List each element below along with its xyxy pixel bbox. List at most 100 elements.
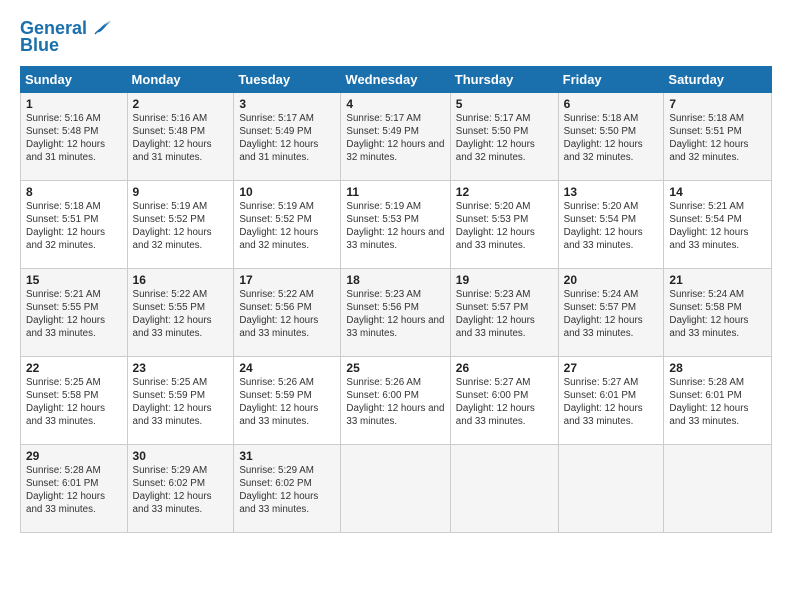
calendar-cell: 5 Sunrise: 5:17 AM Sunset: 5:50 PM Dayli… bbox=[450, 92, 558, 180]
day-number: 21 bbox=[669, 273, 766, 287]
calendar-cell: 21 Sunrise: 5:24 AM Sunset: 5:58 PM Dayl… bbox=[664, 268, 772, 356]
calendar-cell: 11 Sunrise: 5:19 AM Sunset: 5:53 PM Dayl… bbox=[341, 180, 450, 268]
calendar-table: SundayMondayTuesdayWednesdayThursdayFrid… bbox=[20, 66, 772, 533]
calendar-cell: 10 Sunrise: 5:19 AM Sunset: 5:52 PM Dayl… bbox=[234, 180, 341, 268]
day-number: 27 bbox=[564, 361, 659, 375]
day-number: 20 bbox=[564, 273, 659, 287]
calendar-cell: 1 Sunrise: 5:16 AM Sunset: 5:48 PM Dayli… bbox=[21, 92, 128, 180]
logo: General Blue bbox=[20, 18, 115, 56]
day-info: Sunrise: 5:21 AM Sunset: 5:54 PM Dayligh… bbox=[669, 200, 766, 253]
day-info: Sunrise: 5:22 AM Sunset: 5:56 PM Dayligh… bbox=[239, 288, 335, 341]
day-number: 1 bbox=[26, 97, 122, 111]
day-number: 31 bbox=[239, 449, 335, 463]
calendar-cell: 19 Sunrise: 5:23 AM Sunset: 5:57 PM Dayl… bbox=[450, 268, 558, 356]
calendar-cell: 26 Sunrise: 5:27 AM Sunset: 6:00 PM Dayl… bbox=[450, 356, 558, 444]
day-info: Sunrise: 5:18 AM Sunset: 5:50 PM Dayligh… bbox=[564, 112, 659, 165]
day-info: Sunrise: 5:29 AM Sunset: 6:02 PM Dayligh… bbox=[239, 464, 335, 517]
day-number: 14 bbox=[669, 185, 766, 199]
day-number: 24 bbox=[239, 361, 335, 375]
day-info: Sunrise: 5:24 AM Sunset: 5:57 PM Dayligh… bbox=[564, 288, 659, 341]
calendar-cell: 29 Sunrise: 5:28 AM Sunset: 6:01 PM Dayl… bbox=[21, 444, 128, 532]
calendar-cell: 18 Sunrise: 5:23 AM Sunset: 5:56 PM Dayl… bbox=[341, 268, 450, 356]
day-number: 28 bbox=[669, 361, 766, 375]
weekday-header-tuesday: Tuesday bbox=[234, 66, 341, 92]
day-number: 7 bbox=[669, 97, 766, 111]
day-info: Sunrise: 5:25 AM Sunset: 5:58 PM Dayligh… bbox=[26, 376, 122, 429]
calendar-body: 1 Sunrise: 5:16 AM Sunset: 5:48 PM Dayli… bbox=[21, 92, 772, 532]
logo-bird-icon bbox=[89, 14, 115, 40]
calendar-week-4: 22 Sunrise: 5:25 AM Sunset: 5:58 PM Dayl… bbox=[21, 356, 772, 444]
calendar-cell: 13 Sunrise: 5:20 AM Sunset: 5:54 PM Dayl… bbox=[558, 180, 664, 268]
calendar-cell: 17 Sunrise: 5:22 AM Sunset: 5:56 PM Dayl… bbox=[234, 268, 341, 356]
day-info: Sunrise: 5:28 AM Sunset: 6:01 PM Dayligh… bbox=[669, 376, 766, 429]
day-info: Sunrise: 5:28 AM Sunset: 6:01 PM Dayligh… bbox=[26, 464, 122, 517]
day-number: 13 bbox=[564, 185, 659, 199]
day-info: Sunrise: 5:18 AM Sunset: 5:51 PM Dayligh… bbox=[669, 112, 766, 165]
calendar-cell: 25 Sunrise: 5:26 AM Sunset: 6:00 PM Dayl… bbox=[341, 356, 450, 444]
calendar-cell: 8 Sunrise: 5:18 AM Sunset: 5:51 PM Dayli… bbox=[21, 180, 128, 268]
day-number: 12 bbox=[456, 185, 553, 199]
day-number: 3 bbox=[239, 97, 335, 111]
weekday-header-wednesday: Wednesday bbox=[341, 66, 450, 92]
day-number: 30 bbox=[133, 449, 229, 463]
calendar-cell: 2 Sunrise: 5:16 AM Sunset: 5:48 PM Dayli… bbox=[127, 92, 234, 180]
day-number: 16 bbox=[133, 273, 229, 287]
calendar-cell: 15 Sunrise: 5:21 AM Sunset: 5:55 PM Dayl… bbox=[21, 268, 128, 356]
day-number: 10 bbox=[239, 185, 335, 199]
day-number: 8 bbox=[26, 185, 122, 199]
weekday-header-monday: Monday bbox=[127, 66, 234, 92]
day-info: Sunrise: 5:17 AM Sunset: 5:49 PM Dayligh… bbox=[346, 112, 444, 165]
day-info: Sunrise: 5:20 AM Sunset: 5:53 PM Dayligh… bbox=[456, 200, 553, 253]
day-number: 29 bbox=[26, 449, 122, 463]
day-info: Sunrise: 5:17 AM Sunset: 5:49 PM Dayligh… bbox=[239, 112, 335, 165]
day-info: Sunrise: 5:22 AM Sunset: 5:55 PM Dayligh… bbox=[133, 288, 229, 341]
day-info: Sunrise: 5:17 AM Sunset: 5:50 PM Dayligh… bbox=[456, 112, 553, 165]
day-number: 2 bbox=[133, 97, 229, 111]
calendar-cell: 27 Sunrise: 5:27 AM Sunset: 6:01 PM Dayl… bbox=[558, 356, 664, 444]
calendar-cell: 22 Sunrise: 5:25 AM Sunset: 5:58 PM Dayl… bbox=[21, 356, 128, 444]
day-number: 9 bbox=[133, 185, 229, 199]
calendar-week-3: 15 Sunrise: 5:21 AM Sunset: 5:55 PM Dayl… bbox=[21, 268, 772, 356]
calendar-cell: 31 Sunrise: 5:29 AM Sunset: 6:02 PM Dayl… bbox=[234, 444, 341, 532]
calendar-week-2: 8 Sunrise: 5:18 AM Sunset: 5:51 PM Dayli… bbox=[21, 180, 772, 268]
day-info: Sunrise: 5:20 AM Sunset: 5:54 PM Dayligh… bbox=[564, 200, 659, 253]
calendar-cell: 23 Sunrise: 5:25 AM Sunset: 5:59 PM Dayl… bbox=[127, 356, 234, 444]
day-info: Sunrise: 5:24 AM Sunset: 5:58 PM Dayligh… bbox=[669, 288, 766, 341]
calendar-header-row: SundayMondayTuesdayWednesdayThursdayFrid… bbox=[21, 66, 772, 92]
calendar-cell: 24 Sunrise: 5:26 AM Sunset: 5:59 PM Dayl… bbox=[234, 356, 341, 444]
day-info: Sunrise: 5:29 AM Sunset: 6:02 PM Dayligh… bbox=[133, 464, 229, 517]
calendar-cell: 4 Sunrise: 5:17 AM Sunset: 5:49 PM Dayli… bbox=[341, 92, 450, 180]
calendar-cell: 3 Sunrise: 5:17 AM Sunset: 5:49 PM Dayli… bbox=[234, 92, 341, 180]
calendar-cell: 16 Sunrise: 5:22 AM Sunset: 5:55 PM Dayl… bbox=[127, 268, 234, 356]
day-number: 11 bbox=[346, 185, 444, 199]
calendar-cell: 20 Sunrise: 5:24 AM Sunset: 5:57 PM Dayl… bbox=[558, 268, 664, 356]
day-info: Sunrise: 5:19 AM Sunset: 5:52 PM Dayligh… bbox=[239, 200, 335, 253]
day-info: Sunrise: 5:19 AM Sunset: 5:52 PM Dayligh… bbox=[133, 200, 229, 253]
day-info: Sunrise: 5:27 AM Sunset: 6:01 PM Dayligh… bbox=[564, 376, 659, 429]
calendar-week-1: 1 Sunrise: 5:16 AM Sunset: 5:48 PM Dayli… bbox=[21, 92, 772, 180]
day-info: Sunrise: 5:19 AM Sunset: 5:53 PM Dayligh… bbox=[346, 200, 444, 253]
day-info: Sunrise: 5:21 AM Sunset: 5:55 PM Dayligh… bbox=[26, 288, 122, 341]
day-number: 18 bbox=[346, 273, 444, 287]
calendar-cell: 9 Sunrise: 5:19 AM Sunset: 5:52 PM Dayli… bbox=[127, 180, 234, 268]
calendar-cell: 7 Sunrise: 5:18 AM Sunset: 5:51 PM Dayli… bbox=[664, 92, 772, 180]
day-number: 25 bbox=[346, 361, 444, 375]
calendar-cell: 30 Sunrise: 5:29 AM Sunset: 6:02 PM Dayl… bbox=[127, 444, 234, 532]
day-number: 22 bbox=[26, 361, 122, 375]
day-info: Sunrise: 5:23 AM Sunset: 5:57 PM Dayligh… bbox=[456, 288, 553, 341]
day-number: 5 bbox=[456, 97, 553, 111]
weekday-header-thursday: Thursday bbox=[450, 66, 558, 92]
day-info: Sunrise: 5:16 AM Sunset: 5:48 PM Dayligh… bbox=[133, 112, 229, 165]
logo-subtext: Blue bbox=[20, 36, 59, 56]
weekday-header-friday: Friday bbox=[558, 66, 664, 92]
day-info: Sunrise: 5:25 AM Sunset: 5:59 PM Dayligh… bbox=[133, 376, 229, 429]
day-info: Sunrise: 5:23 AM Sunset: 5:56 PM Dayligh… bbox=[346, 288, 444, 341]
day-info: Sunrise: 5:18 AM Sunset: 5:51 PM Dayligh… bbox=[26, 200, 122, 253]
day-number: 26 bbox=[456, 361, 553, 375]
day-number: 17 bbox=[239, 273, 335, 287]
day-number: 19 bbox=[456, 273, 553, 287]
day-info: Sunrise: 5:26 AM Sunset: 5:59 PM Dayligh… bbox=[239, 376, 335, 429]
day-number: 4 bbox=[346, 97, 444, 111]
day-number: 15 bbox=[26, 273, 122, 287]
day-info: Sunrise: 5:26 AM Sunset: 6:00 PM Dayligh… bbox=[346, 376, 444, 429]
